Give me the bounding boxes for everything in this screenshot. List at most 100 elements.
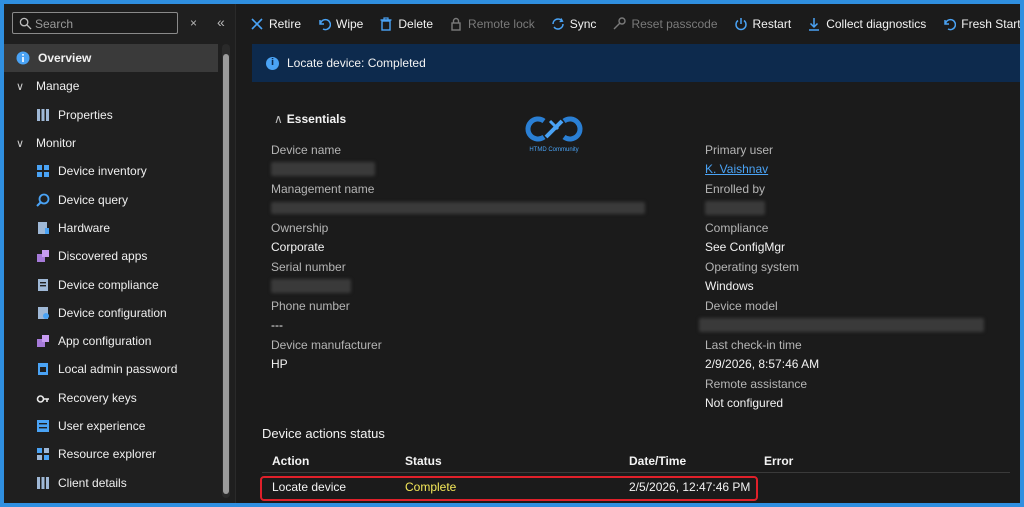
- enrolled-by-field: Enrolled by: [705, 182, 765, 215]
- key-icon: [612, 17, 627, 31]
- sidebar-item-discovered-apps[interactable]: Discovered apps: [4, 242, 218, 270]
- device-actions-status-title: Device actions status: [262, 426, 385, 441]
- remote-assistance-value: Not configured: [705, 396, 784, 410]
- portal-window: × « Overview ∨ Manage Properties: [4, 4, 1020, 503]
- ownership-field: Ownership Corporate: [271, 221, 328, 254]
- compliance-value: See ConfigMgr: [705, 240, 786, 254]
- reset-passcode-button[interactable]: Reset passcode: [612, 17, 718, 31]
- sidebar-group-monitor[interactable]: ∨ Monitor: [4, 129, 218, 157]
- explorer-icon: [36, 447, 50, 461]
- clear-search-button[interactable]: ×: [190, 16, 197, 30]
- sidebar-item-label: Monitor: [36, 136, 77, 151]
- sidebar-item-user-experience[interactable]: User experience: [4, 412, 218, 440]
- client-details-icon: [36, 476, 50, 490]
- sidebar-item-recovery-keys[interactable]: Recovery keys: [4, 384, 218, 412]
- chevron-down-icon: ∨: [16, 137, 25, 150]
- management-name-field: Management name: [271, 182, 645, 214]
- sidebar-item-properties[interactable]: Properties: [4, 101, 218, 129]
- properties-icon: [36, 108, 50, 122]
- remote-lock-label: Remote lock: [468, 17, 535, 31]
- collapse-sidebar-button[interactable]: «: [217, 14, 225, 30]
- fresh-start-label: Fresh Start: [961, 17, 1020, 31]
- sidebar-item-device-configuration[interactable]: Device configuration: [4, 299, 218, 327]
- management-name-label: Management name: [271, 182, 375, 196]
- sidebar-item-label: Recovery keys: [58, 390, 137, 405]
- wipe-label: Wipe: [336, 17, 364, 31]
- fresh-start-button[interactable]: Fresh Start: [942, 17, 1020, 31]
- serial-number-redacted: [271, 279, 351, 293]
- sidebar-item-overview[interactable]: Overview: [4, 44, 218, 73]
- serial-number-label: Serial number: [271, 260, 346, 274]
- sidebar-item-label: Device compliance: [58, 277, 159, 292]
- delete-button[interactable]: Delete: [379, 17, 433, 31]
- sidebar-item-app-configuration[interactable]: App configuration: [4, 327, 218, 355]
- sidebar: × « Overview ∨ Manage Properties: [4, 4, 236, 503]
- device-name-label: Device name: [271, 143, 342, 157]
- sidebar-scrollbar[interactable]: [222, 44, 230, 498]
- enrolled-by-label: Enrolled by: [705, 182, 766, 196]
- operating-system-label: Operating system: [705, 260, 800, 274]
- device-model-field: Device model: [699, 299, 984, 332]
- device-model-label: Device model: [705, 299, 778, 313]
- scrollbar-thumb[interactable]: [223, 54, 229, 494]
- sidebar-item-label: Device inventory: [58, 164, 147, 179]
- search-input[interactable]: [35, 15, 173, 32]
- last-checkin-label: Last check-in time: [705, 338, 802, 352]
- app-config-icon: [36, 334, 50, 348]
- essentials-toggle[interactable]: ∧ Essentials: [274, 112, 346, 126]
- device-name-redacted: [271, 162, 375, 176]
- sidebar-item-resource-explorer[interactable]: Resource explorer: [4, 440, 218, 468]
- sidebar-item-label: Device configuration: [58, 305, 167, 320]
- column-header-error[interactable]: Error: [764, 454, 793, 468]
- sidebar-item-label: Properties: [58, 107, 113, 122]
- download-icon: [807, 17, 821, 31]
- sidebar-item-client-details[interactable]: Client details: [4, 468, 218, 496]
- compliance-field: Compliance See ConfigMgr: [705, 221, 785, 254]
- htmd-logo-icon: [525, 116, 583, 142]
- column-header-datetime[interactable]: Date/Time: [629, 454, 686, 468]
- sidebar-item-label: App configuration: [58, 334, 152, 349]
- sidebar-nav: Overview ∨ Manage Properties ∨ Monitor D…: [4, 44, 218, 497]
- device-model-redacted: [699, 318, 984, 332]
- column-header-action[interactable]: Action: [272, 454, 309, 468]
- collect-diagnostics-button[interactable]: Collect diagnostics: [807, 17, 926, 31]
- chevron-up-icon: ∧: [274, 112, 283, 126]
- password-icon: [36, 362, 50, 376]
- sidebar-item-device-compliance[interactable]: Device compliance: [4, 270, 218, 298]
- primary-user-link[interactable]: K. Vaishnav: [705, 162, 773, 176]
- primary-user-label: Primary user: [705, 143, 774, 157]
- reset-passcode-label: Reset passcode: [631, 17, 718, 31]
- phone-number-value: ---: [271, 318, 283, 332]
- sync-button[interactable]: Sync: [551, 17, 596, 31]
- inventory-icon: [36, 164, 50, 178]
- column-header-status[interactable]: Status: [405, 454, 442, 468]
- search-box[interactable]: [12, 12, 178, 34]
- trash-icon: [379, 17, 393, 31]
- user-experience-icon: [36, 419, 50, 433]
- table-divider: [262, 472, 1010, 473]
- compliance-icon: [36, 278, 50, 292]
- serial-number-field: Serial number: [271, 260, 351, 293]
- retire-button[interactable]: Retire: [250, 17, 301, 31]
- notification-banner: i Locate device: Completed: [252, 44, 1020, 82]
- sidebar-search-row: × «: [12, 12, 232, 36]
- sidebar-item-local-admin-password[interactable]: Local admin password: [4, 355, 218, 383]
- management-name-redacted: [271, 202, 645, 214]
- sidebar-item-device-inventory[interactable]: Device inventory: [4, 157, 218, 185]
- manufacturer-value: HP: [271, 357, 288, 371]
- wipe-button[interactable]: Wipe: [317, 17, 363, 31]
- sidebar-item-hardware[interactable]: Hardware: [4, 214, 218, 242]
- restart-label: Restart: [752, 17, 792, 31]
- power-icon: [734, 17, 748, 31]
- configuration-icon: [36, 306, 50, 320]
- primary-user-field: Primary user K. Vaishnav: [705, 143, 773, 176]
- logo-caption: HTMD Community: [529, 147, 579, 153]
- restart-button[interactable]: Restart: [734, 17, 792, 31]
- highlight-box: [260, 476, 758, 501]
- remote-lock-button[interactable]: Remote lock: [449, 17, 535, 31]
- sidebar-item-label: Local admin password: [58, 362, 178, 377]
- sidebar-item-label: Overview: [38, 51, 92, 66]
- sidebar-item-device-query[interactable]: Device query: [4, 185, 218, 213]
- apps-icon: [36, 249, 50, 263]
- sidebar-group-manage[interactable]: ∨ Manage: [4, 72, 218, 100]
